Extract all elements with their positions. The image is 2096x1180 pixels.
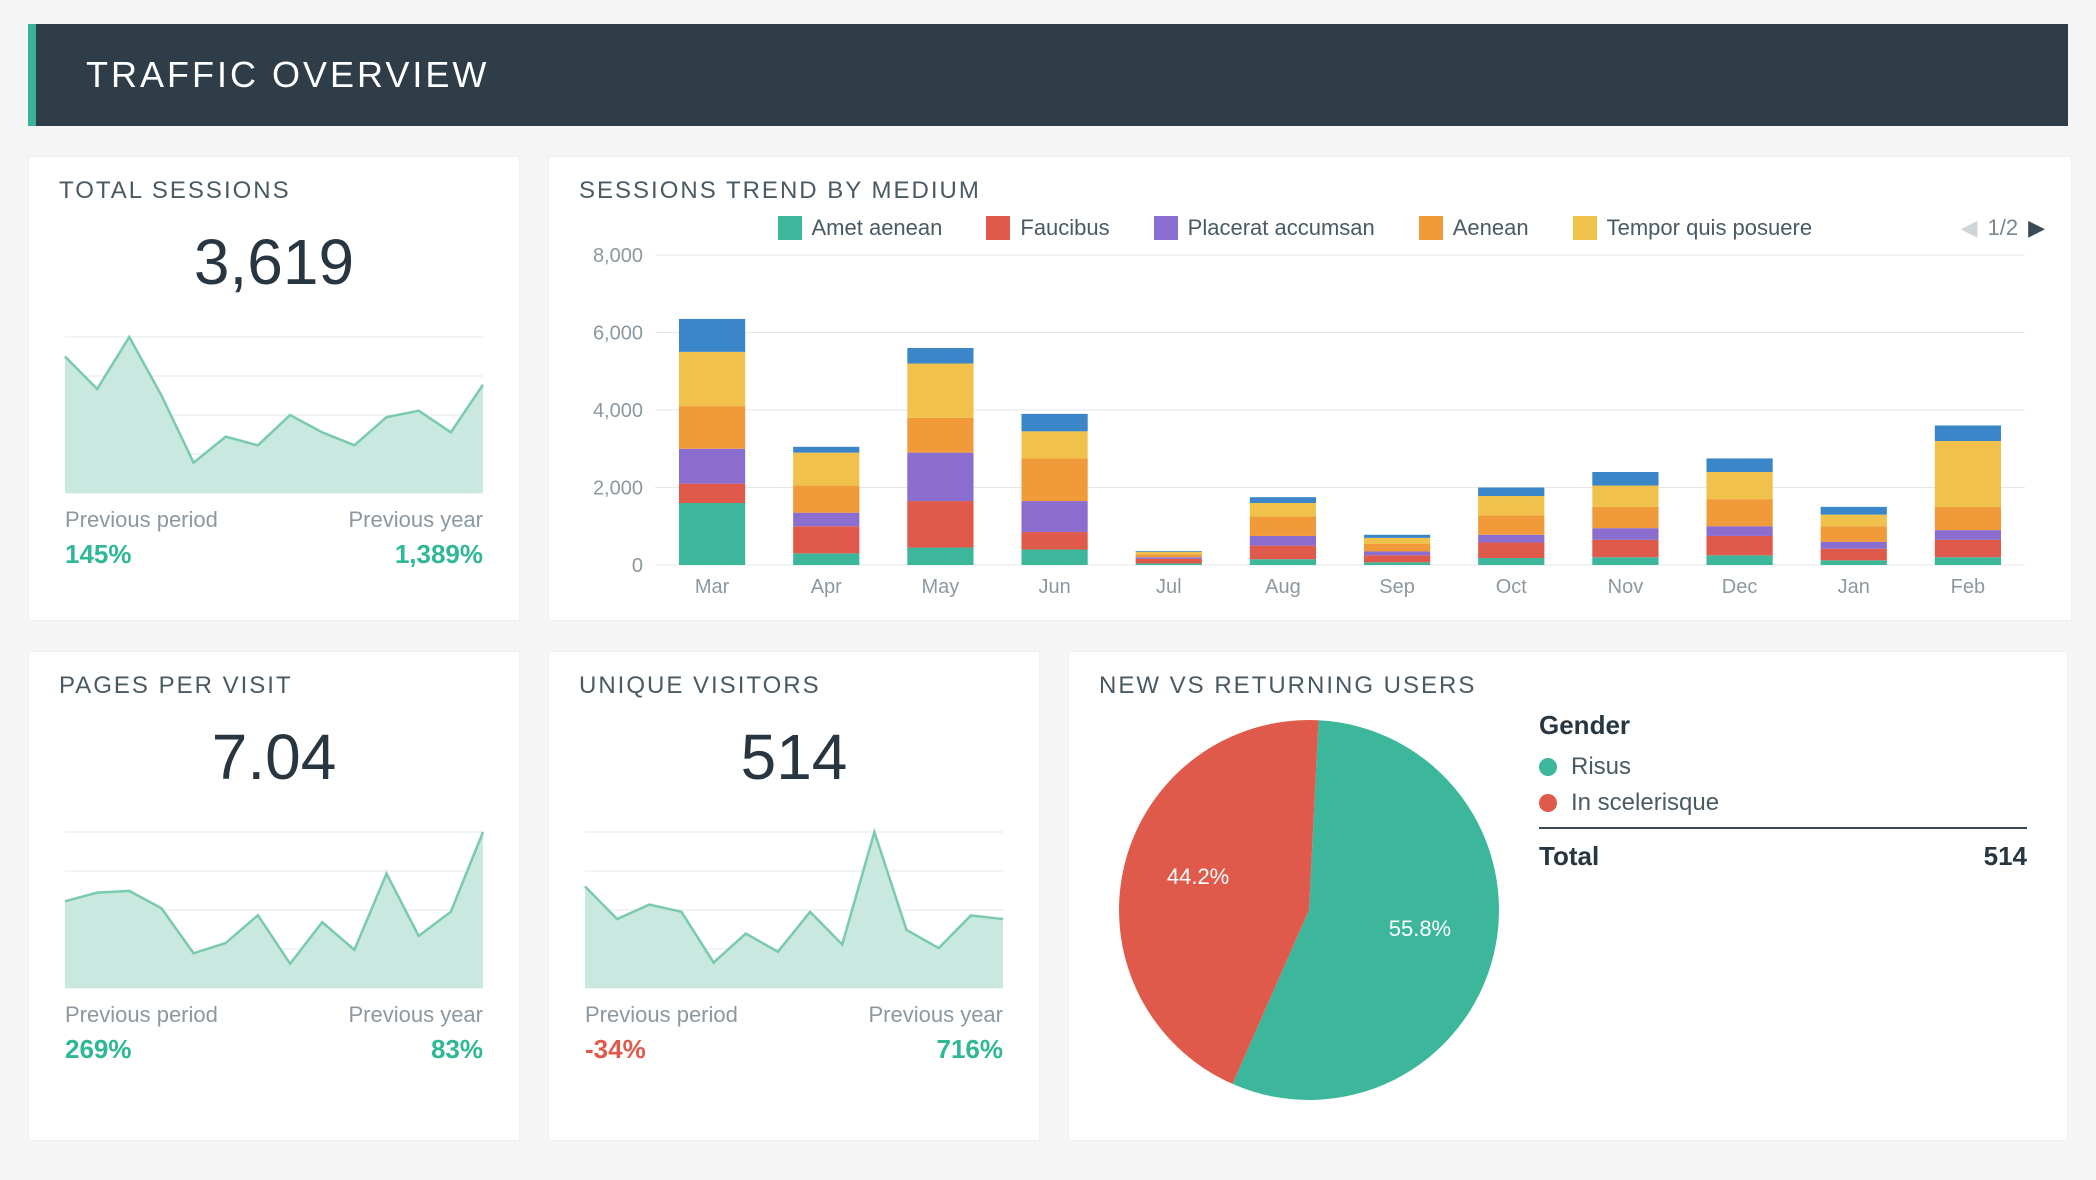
legend-label: Amet aenean (812, 215, 943, 241)
legend-swatch-icon (986, 216, 1010, 240)
kpi-title: PAGES PER VISIT (29, 652, 519, 710)
kpi-pages-per-visit: PAGES PER VISIT 7.04 Previous period 269… (28, 651, 520, 1141)
pie-total-label: Total (1539, 841, 1599, 872)
chart-title: NEW VS RETURNING USERS (1069, 652, 2067, 710)
chart-legend: Amet aenean Faucibus Placerat accumsan Aene… (649, 215, 1941, 241)
prev-year-value: 716% (937, 1034, 1004, 1065)
svg-text:Jul: Jul (1156, 576, 1182, 598)
chart-body: 0 2,000 4,000 6,000 8,000 Mar Apr May Jun Jul Aug S… (549, 245, 2071, 620)
prev-year-label: Previous year (348, 507, 483, 533)
pie-legend: Gender Risus In scelerisque Total 514 (1539, 710, 2027, 872)
page-title: TRAFFIC OVERVIEW (86, 54, 489, 96)
legend-item[interactable]: Faucibus (986, 215, 1109, 241)
kpi-total-sessions: TOTAL SESSIONS 3,619 Previous period 145… (28, 156, 520, 621)
svg-text:Oct: Oct (1496, 576, 1528, 598)
svg-text:2,000: 2,000 (593, 478, 643, 500)
page-header: TRAFFIC OVERVIEW (28, 24, 2068, 126)
legend-label: In scelerisque (1571, 789, 1719, 817)
legend-swatch-icon (778, 216, 802, 240)
prev-year-value: 83% (431, 1034, 483, 1065)
svg-text:Sep: Sep (1379, 576, 1415, 598)
pie-legend-item[interactable]: In scelerisque (1539, 789, 2027, 817)
svg-text:55.8%: 55.8% (1389, 916, 1451, 941)
svg-text:8,000: 8,000 (593, 245, 643, 267)
prev-year-label: Previous year (348, 1002, 483, 1028)
pie-legend-title: Gender (1539, 710, 2027, 741)
chart-title: SESSIONS TREND BY MEDIUM (549, 157, 2071, 215)
svg-text:0: 0 (632, 555, 643, 577)
legend-label: Aenean (1453, 215, 1529, 241)
svg-text:6,000: 6,000 (593, 323, 643, 345)
legend-item[interactable]: Placerat accumsan (1154, 215, 1375, 241)
dashboard-page: TRAFFIC OVERVIEW TOTAL SESSIONS 3,619 Pr… (0, 0, 2096, 1180)
legend-swatch-icon (1573, 216, 1597, 240)
legend-item[interactable]: Tempor quis posuere (1573, 215, 1812, 241)
kpi-unique-visitors: UNIQUE VISITORS 514 Previous period -34%… (548, 651, 1040, 1141)
sparkline-unique-visitors (549, 822, 1039, 992)
svg-text:Aug: Aug (1265, 576, 1301, 598)
prev-period-value: 145% (65, 539, 218, 570)
kpi-value: 3,619 (29, 215, 519, 327)
kpi-title: TOTAL SESSIONS (29, 157, 519, 215)
prev-period-value: 269% (65, 1034, 218, 1065)
pie-card: NEW VS RETURNING USERS 55.8% 44.2% Gender… (1068, 651, 2068, 1141)
legend-dot-icon (1539, 758, 1557, 776)
pie-chart: 55.8% 44.2% (1109, 710, 1509, 1110)
legend-pager: ◀ 1/2 ▶ (1961, 215, 2045, 241)
svg-text:Feb: Feb (1951, 576, 1985, 598)
chart-header-row: Amet aenean Faucibus Placerat accumsan Aene… (549, 215, 2071, 245)
kpi-title: UNIQUE VISITORS (549, 652, 1039, 710)
svg-text:Jun: Jun (1038, 576, 1070, 598)
pie-wrap: 55.8% 44.2% (1109, 710, 1509, 1110)
kpi-compare: Previous period -34% Previous year 716% (549, 992, 1039, 1089)
prev-period-label: Previous period (585, 1002, 738, 1028)
svg-text:Mar: Mar (695, 576, 730, 598)
prev-year-value: 1,389% (395, 539, 483, 570)
pie-total-value: 514 (1984, 841, 2027, 872)
legend-label: Placerat accumsan (1188, 215, 1375, 241)
sparkline-total-sessions (29, 327, 519, 497)
pager-next-icon[interactable]: ▶ (2028, 215, 2045, 241)
legend-item[interactable]: Amet aenean (778, 215, 943, 241)
legend-swatch-icon (1154, 216, 1178, 240)
svg-text:4,000: 4,000 (593, 400, 643, 422)
pager-prev-icon[interactable]: ◀ (1961, 215, 1978, 241)
kpi-compare: Previous period 269% Previous year 83% (29, 992, 519, 1089)
kpi-compare: Previous period 145% Previous year 1,389… (29, 497, 519, 594)
stacked-bar-chart: 0 2,000 4,000 6,000 8,000 Mar Apr May Jun Jul Aug S… (575, 245, 2045, 605)
sessions-trend-card: SESSIONS TREND BY MEDIUM Amet aenean Fauc… (548, 156, 2072, 621)
svg-text:Apr: Apr (811, 576, 842, 598)
kpi-value: 514 (549, 710, 1039, 822)
legend-label: Tempor quis posuere (1607, 215, 1812, 241)
legend-item[interactable]: Aenean (1419, 215, 1529, 241)
legend-label: Risus (1571, 753, 1631, 781)
svg-text:Nov: Nov (1608, 576, 1644, 598)
pie-legend-item[interactable]: Risus (1539, 753, 2027, 781)
prev-period-value: -34% (585, 1034, 738, 1065)
pie-total-row: Total 514 (1539, 827, 2027, 872)
svg-text:44.2%: 44.2% (1167, 864, 1229, 889)
legend-label: Faucibus (1020, 215, 1109, 241)
svg-text:May: May (922, 576, 960, 598)
prev-period-label: Previous period (65, 1002, 218, 1028)
kpi-value: 7.04 (29, 710, 519, 822)
row-2: PAGES PER VISIT 7.04 Previous period 269… (28, 651, 2068, 1141)
legend-swatch-icon (1419, 216, 1443, 240)
prev-year-label: Previous year (868, 1002, 1003, 1028)
pie-body: 55.8% 44.2% Gender Risus In scelerisque To… (1069, 710, 2067, 1140)
prev-period-label: Previous period (65, 507, 218, 533)
pager-text: 1/2 (1987, 215, 2018, 241)
row-1: TOTAL SESSIONS 3,619 Previous period 145… (28, 156, 2068, 621)
sparkline-pages-per-visit (29, 822, 519, 992)
legend-dot-icon (1539, 794, 1557, 812)
svg-text:Jan: Jan (1838, 576, 1870, 598)
svg-text:Dec: Dec (1722, 576, 1758, 598)
